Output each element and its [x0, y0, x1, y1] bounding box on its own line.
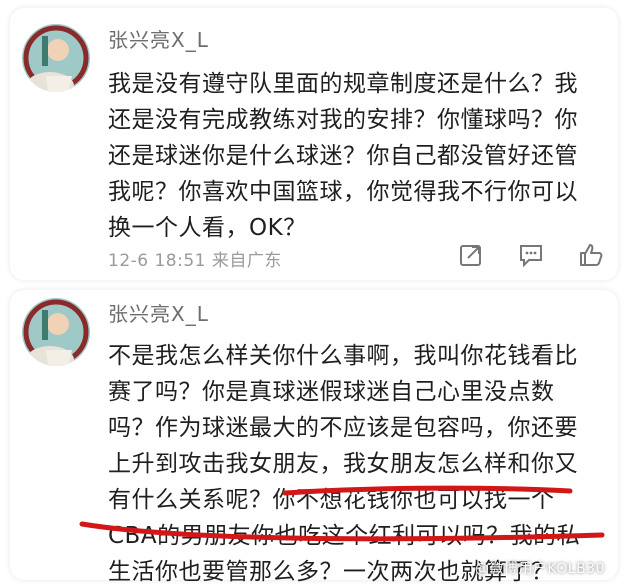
watermark: @微博用户KOLB30	[474, 561, 605, 577]
comment-text-line: 赛了吗？你是真球迷假球迷自己心里没点数	[108, 379, 555, 405]
comment-card-2: 张兴亮X_L 不是我怎么样关你什么事啊，我叫你花钱看比 赛了吗？你是真球迷假球迷…	[10, 290, 618, 584]
comment-text-line: 还是球迷你是什么球迷？你自己都没管好还管	[108, 143, 578, 169]
comment-text-line: CBA的男朋友你也吃这个红利可以吗？我的私	[108, 523, 581, 549]
username[interactable]: 张兴亮X_L	[108, 298, 209, 327]
comment-text-line: 我是没有遵守队里面的规章制度还是什么？我	[108, 71, 578, 97]
comment-icon[interactable]	[518, 242, 544, 268]
comment-text-line: 换一个人看，OK？	[108, 215, 307, 241]
comment-actions	[458, 242, 604, 268]
screenshot-frame: 张兴亮X_L 我是没有遵守队里面的规章制度还是什么？我 还是没有完成教练对我的安…	[0, 0, 631, 584]
comment-text-line: 有什么关系呢？你不想花钱你也可以找一个	[108, 487, 555, 513]
share-icon[interactable]	[458, 242, 484, 268]
like-icon[interactable]	[578, 242, 604, 268]
comment-text-line: 还是没有完成教练对我的安排？你懂球吗？你	[108, 107, 578, 133]
username[interactable]: 张兴亮X_L	[108, 24, 209, 53]
comment-text-line: 我呢？你喜欢中国篮球，你觉得我不行你可以	[108, 179, 578, 205]
avatar[interactable]	[22, 24, 90, 92]
comment-timestamp: 12-6 18:51 来自广东	[108, 251, 282, 271]
comment-text-line: 上升到攻击我女朋友，我女朋友怎么样和你又	[108, 451, 578, 477]
comment-text-line: 吗？作为球迷最大的不应该是包容吗，你还要	[108, 415, 578, 441]
comment-card-1: 张兴亮X_L 我是没有遵守队里面的规章制度还是什么？我 还是没有完成教练对我的安…	[10, 8, 618, 280]
avatar[interactable]	[22, 298, 90, 366]
comment-text-line: 不是我怎么样关你什么事啊，我叫你花钱看比	[108, 343, 578, 369]
